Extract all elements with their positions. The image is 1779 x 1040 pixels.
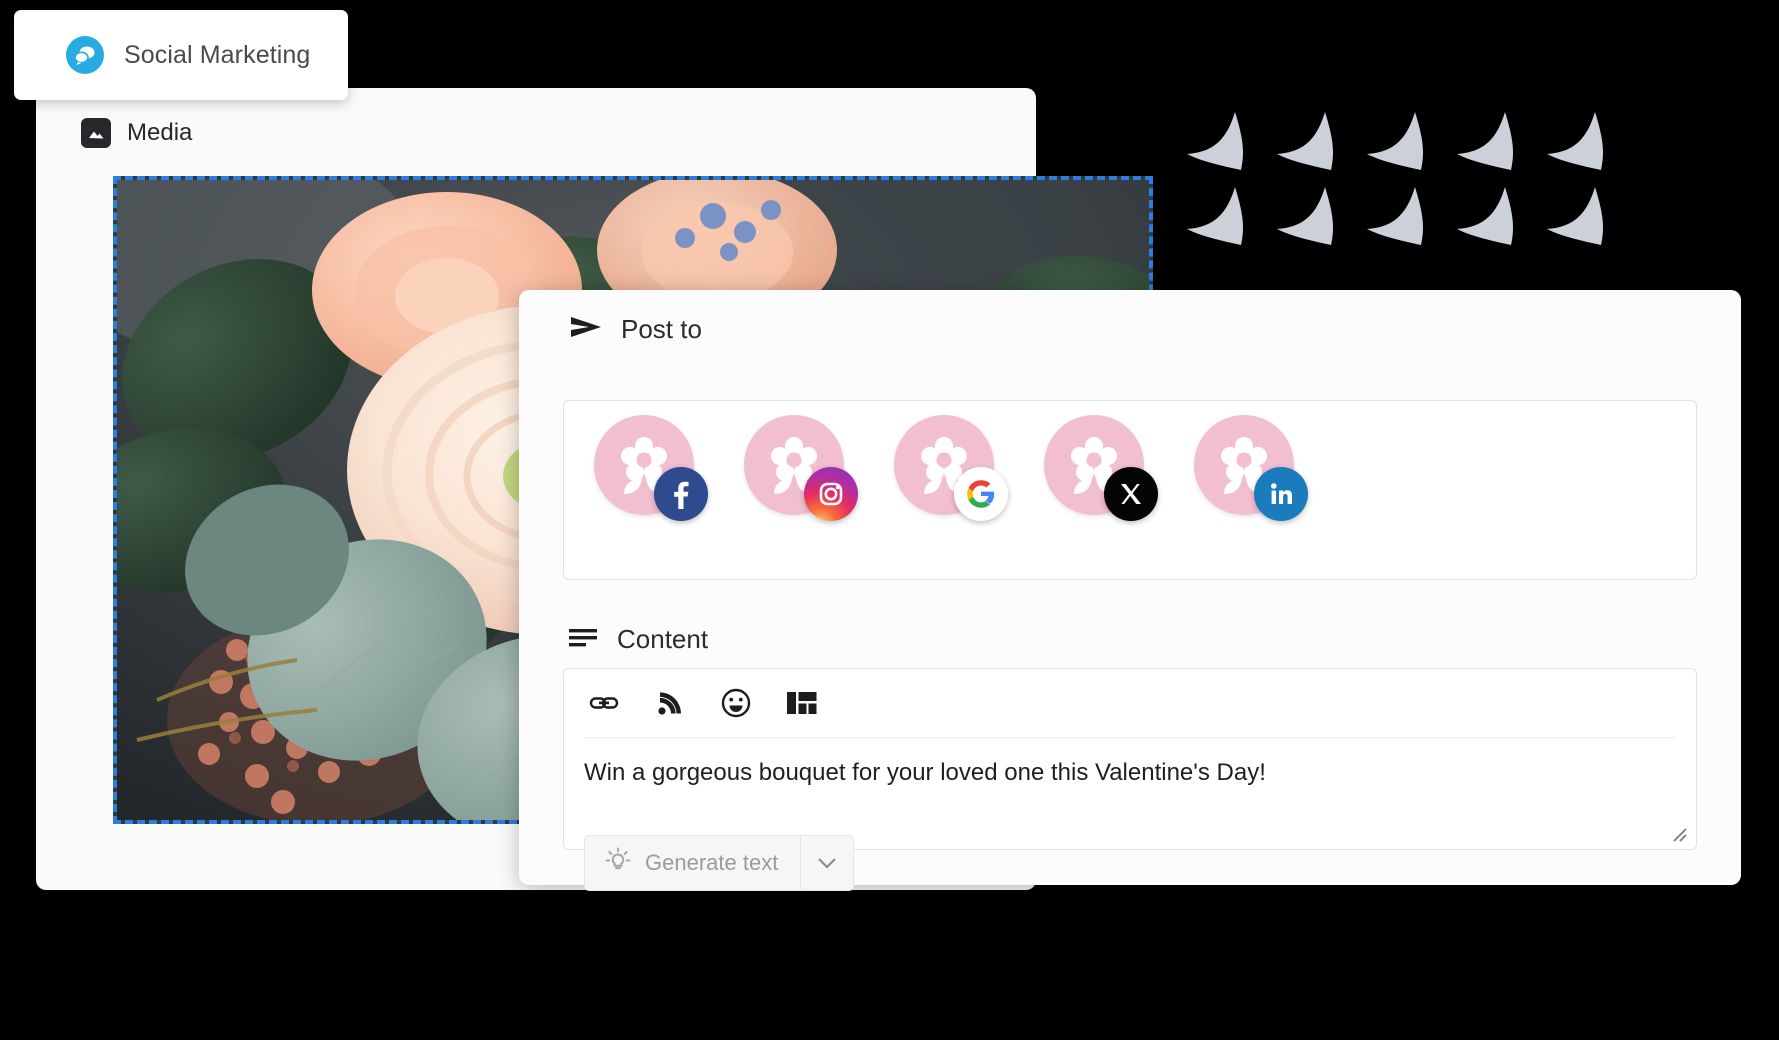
- lightbulb-icon: [605, 847, 631, 879]
- concave-triangle-shape: [1175, 108, 1265, 183]
- account-instagram[interactable]: [744, 415, 858, 521]
- image-icon: [81, 118, 111, 148]
- generate-text-button[interactable]: Generate text: [585, 836, 802, 890]
- account-facebook[interactable]: [594, 415, 708, 521]
- linkedin-badge-icon: [1254, 467, 1308, 521]
- composer-panel: Post to Content Win a gorgeous bouquet f…: [519, 290, 1741, 891]
- editor-toolbar: [584, 683, 822, 723]
- account-x[interactable]: [1044, 415, 1158, 521]
- account-google[interactable]: [894, 415, 1008, 521]
- resize-grip-icon[interactable]: [1668, 823, 1688, 843]
- concave-triangle-shape: [1535, 183, 1625, 258]
- app-brand-card: Social Marketing: [14, 10, 348, 100]
- screenshot-stage: Media Social Marketing Post to Content W…: [0, 0, 1779, 1040]
- google-badge-icon: [954, 467, 1008, 521]
- accounts-list: [594, 415, 1308, 521]
- facebook-badge-icon: [654, 467, 708, 521]
- chat-bubbles-icon: [66, 36, 104, 74]
- post-to-title: Post to: [621, 314, 702, 344]
- editor-divider: [584, 737, 1676, 738]
- app-brand-title: Social Marketing: [124, 40, 311, 69]
- rss-icon[interactable]: [650, 683, 690, 723]
- post-to-section-header: Post to: [569, 314, 702, 345]
- accounts-selector[interactable]: [563, 400, 1697, 580]
- send-arrow-icon: [569, 314, 603, 345]
- concave-triangle-shape: [1265, 108, 1355, 183]
- decorative-shape-grid: [1175, 108, 1625, 258]
- generate-text-label: Generate text: [645, 850, 779, 875]
- media-section-label: Media: [127, 119, 193, 146]
- align-lines-icon: [569, 626, 599, 653]
- emoji-icon[interactable]: [716, 683, 756, 723]
- chevron-down-icon: [818, 858, 837, 869]
- concave-triangle-shape: [1355, 183, 1445, 258]
- content-text[interactable]: Win a gorgeous bouquet for your loved on…: [584, 757, 1676, 788]
- concave-triangle-shape: [1445, 108, 1535, 183]
- content-section-header: Content: [569, 624, 708, 655]
- link-icon[interactable]: [584, 683, 624, 723]
- generate-text-control: Generate text: [584, 835, 855, 891]
- layout-grid-icon[interactable]: [782, 683, 822, 723]
- instagram-badge-icon: [804, 467, 858, 521]
- concave-triangle-shape: [1445, 183, 1535, 258]
- content-editor[interactable]: Win a gorgeous bouquet for your loved on…: [563, 668, 1697, 891]
- concave-triangle-shape: [1175, 183, 1265, 258]
- concave-triangle-shape: [1535, 108, 1625, 183]
- content-title: Content: [617, 624, 709, 654]
- media-section-header: Media: [81, 118, 192, 148]
- generate-text-dropdown[interactable]: [801, 836, 853, 890]
- account-linkedin[interactable]: [1194, 415, 1308, 521]
- x-twitter-badge-icon: [1104, 467, 1158, 521]
- concave-triangle-shape: [1355, 108, 1445, 183]
- concave-triangle-shape: [1265, 183, 1355, 258]
